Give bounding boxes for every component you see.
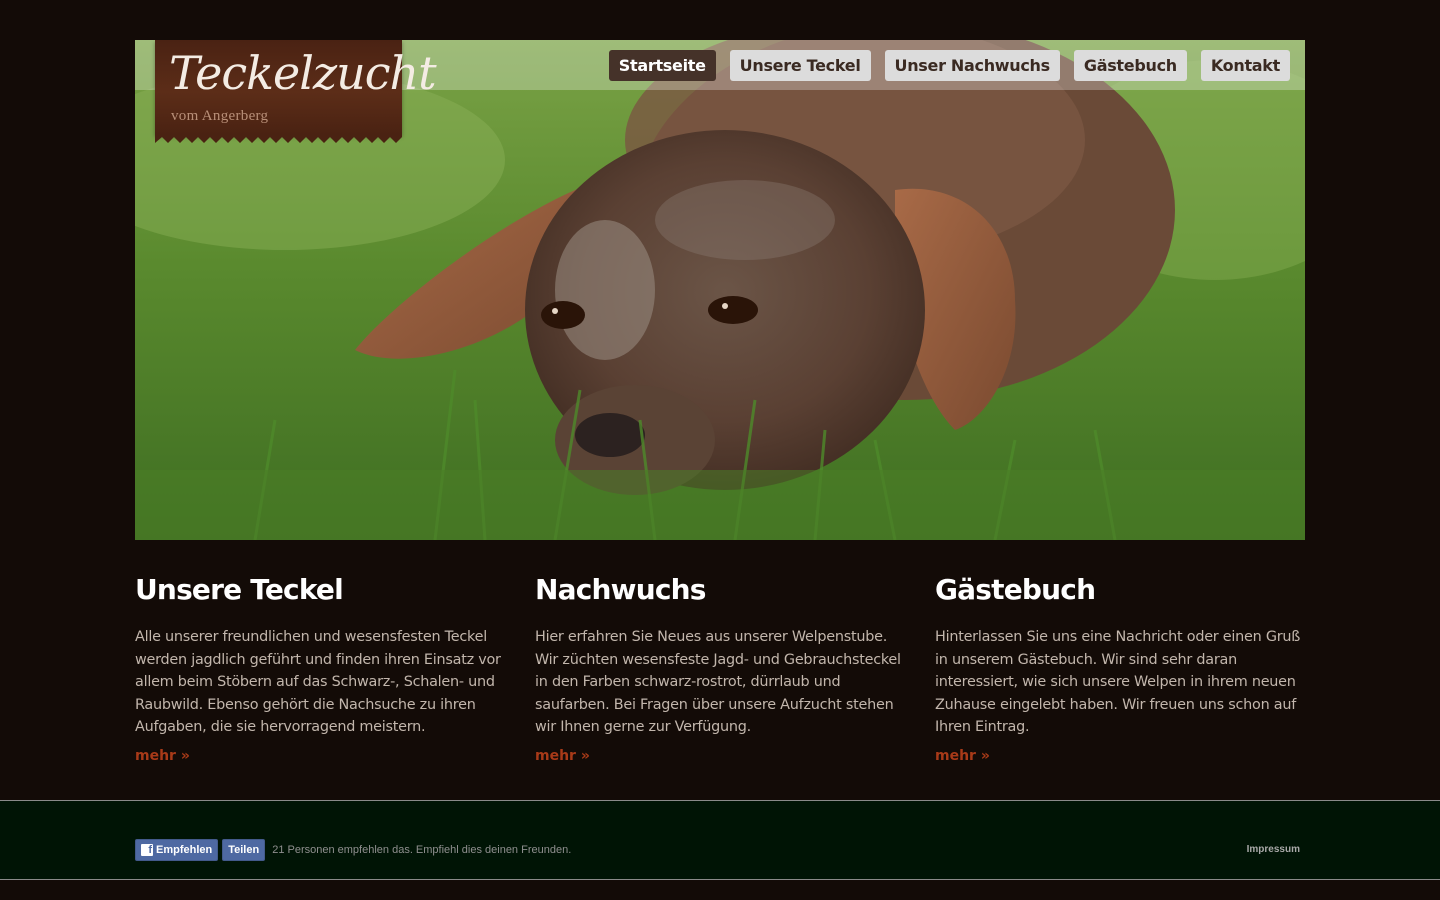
facebook-share-button[interactable]: Teilen: [222, 839, 266, 861]
facebook-icon: f: [141, 844, 153, 856]
more-link[interactable]: mehr »: [135, 748, 190, 764]
nav-kontakt[interactable]: Kontakt: [1200, 50, 1290, 81]
facebook-like-button[interactable]: f Empfehlen: [135, 839, 219, 861]
facebook-like-label: Empfehlen: [156, 844, 213, 856]
column-title: Nachwuchs: [535, 573, 706, 606]
logo-subtitle: vom Angerberg: [171, 108, 269, 124]
nav-gaestebuch[interactable]: Gästebuch: [1073, 50, 1187, 81]
nav-startseite[interactable]: Startseite: [608, 50, 716, 81]
more-link[interactable]: mehr »: [535, 748, 590, 764]
hero-banner: Teckelzucht vom Angerberg Startseite Uns…: [135, 40, 1305, 540]
page: Teckelzucht vom Angerberg Startseite Uns…: [0, 0, 1440, 900]
column-nachwuchs: Nachwuchs Hier erfahren Sie Neues aus un…: [535, 572, 905, 764]
column-unsere-teckel: Unsere Teckel Alle unserer freundlichen …: [135, 572, 505, 764]
column-text: Alle unserer freundlichen und wesensfest…: [135, 629, 501, 735]
logo-zigzag-edge: [155, 135, 402, 143]
facebook-like-count-text: 21 Personen empfehlen das. Empfiehl dies…: [272, 844, 572, 856]
column-text: Hinterlassen Sie uns eine Nachricht oder…: [935, 629, 1301, 735]
column-text: Hier erfahren Sie Neues aus unserer Welp…: [535, 629, 901, 735]
impressum-link[interactable]: Impressum: [1247, 844, 1300, 855]
content-columns: Unsere Teckel Alle unserer freundlichen …: [135, 572, 1305, 764]
footer: f Empfehlen Teilen 21 Personen empfehlen…: [0, 800, 1440, 880]
column-title: Gästebuch: [935, 573, 1096, 606]
nav-unsere-teckel[interactable]: Unsere Teckel: [729, 50, 871, 81]
logo-title: Teckelzucht: [169, 46, 437, 100]
column-gaestebuch: Gästebuch Hinterlassen Sie uns eine Nach…: [935, 572, 1305, 764]
more-link[interactable]: mehr »: [935, 748, 990, 764]
main-nav: Startseite Unsere Teckel Unser Nachwuchs…: [608, 50, 1290, 81]
facebook-widget: f Empfehlen Teilen 21 Personen empfehlen…: [135, 839, 571, 861]
site-logo[interactable]: Teckelzucht vom Angerberg: [155, 40, 437, 135]
column-title: Unsere Teckel: [135, 573, 344, 606]
nav-unser-nachwuchs[interactable]: Unser Nachwuchs: [884, 50, 1060, 81]
